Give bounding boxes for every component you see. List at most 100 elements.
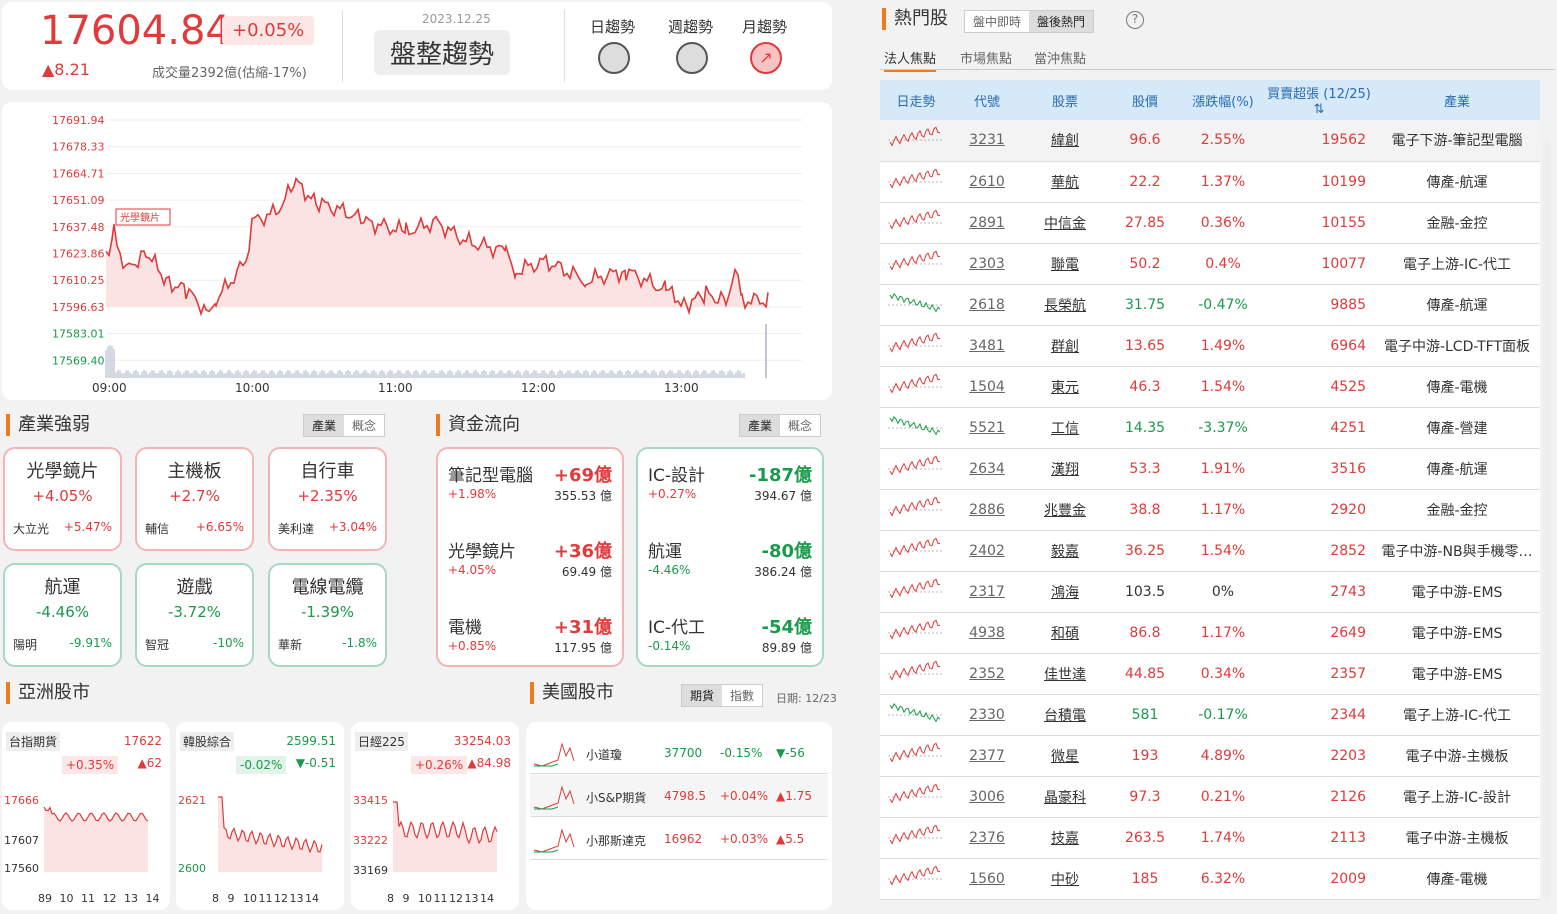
tab-index[interactable]: 指數 (722, 685, 763, 706)
stock-code[interactable]: 2891 (952, 202, 1022, 244)
tab-industry[interactable]: 產業 (740, 415, 781, 436)
help-icon[interactable]: ? (1126, 11, 1144, 29)
stock-code[interactable]: 3231 (952, 120, 1022, 162)
stock-code[interactable]: 2330 (952, 694, 1022, 736)
column-header[interactable]: 買賣超張 (12/25) ⇅ (1264, 80, 1374, 120)
table-row[interactable]: 2610 華航 22.2 1.37% 10199 傳產-航運 (880, 161, 1540, 203)
table-row[interactable]: 2330 台積電 581 -0.17% 2344 電子上游-IC-代工 (880, 694, 1540, 736)
stock-name[interactable]: 佳世達 (1022, 653, 1108, 695)
outflow-card[interactable]: IC-設計 -187億 +0.27% 394.67 億 航運 -80億 -4.46% 386… (636, 447, 824, 667)
stock-name[interactable]: 晶豪科 (1022, 776, 1108, 818)
table-row[interactable]: 2891 中信金 27.85 0.36% 10155 金融-金控 (880, 202, 1540, 244)
scrollbar[interactable] (1543, 140, 1551, 900)
inflow-item[interactable]: 光學鏡片 +36億 +4.05% 69.49 億 (448, 537, 612, 597)
stock-name[interactable]: 漢翔 (1022, 448, 1108, 490)
asia-market-card[interactable]: 台指期貨 17622 +0.35% ▲62 17666 17607 17560 89 10… (2, 722, 170, 910)
sparkline-cell (880, 530, 952, 572)
stock-name[interactable]: 華航 (1022, 161, 1108, 203)
inflow-item[interactable]: 電機 +31億 +0.85% 117.95 億 (448, 613, 612, 673)
tab-concept[interactable]: 概念 (780, 415, 821, 436)
stock-name[interactable]: 鴻海 (1022, 571, 1108, 613)
stock-code[interactable]: 2886 (952, 489, 1022, 531)
stock-name[interactable]: 聯電 (1022, 243, 1108, 285)
us-market-row[interactable]: 小S&P期貨 4798.5 +0.04% ▲1.75 (530, 775, 828, 817)
industry-card[interactable]: 光學鏡片 +4.05% 大立光 +5.47% (3, 447, 122, 551)
stock-code[interactable]: 2618 (952, 284, 1022, 326)
weekly-trend-indicator[interactable] (676, 42, 708, 74)
industry-card[interactable]: 主機板 +2.7% 輔信 +6.65% (135, 447, 254, 551)
sort-icon[interactable]: ⇅ (1314, 102, 1325, 117)
table-row[interactable]: 1504 東元 46.3 1.54% 4525 傳產-電機 (880, 366, 1540, 408)
daily-trend-indicator[interactable] (598, 42, 630, 74)
table-row[interactable]: 2618 長榮航 31.75 -0.47% 9885 傳產-航運 (880, 284, 1540, 326)
stock-code[interactable]: 2634 (952, 448, 1022, 490)
stock-name[interactable]: 台積電 (1022, 694, 1108, 736)
table-row[interactable]: 2634 漢翔 53.3 1.91% 3516 傳產-航運 (880, 448, 1540, 490)
stock-name[interactable]: 中信金 (1022, 202, 1108, 244)
table-row[interactable]: 3006 晶豪科 97.3 0.21% 2126 電子上游-IC-設計 (880, 776, 1540, 818)
table-row[interactable]: 2303 聯電 50.2 0.4% 10077 電子上游-IC-代工 (880, 243, 1540, 285)
table-row[interactable]: 3231 緯創 96.6 2.55% 19562 電子下游-筆記型電腦 (880, 120, 1540, 162)
table-row[interactable]: 2352 佳世達 44.85 0.34% 2357 電子中游-EMS (880, 653, 1540, 695)
subtab-market[interactable]: 市場焦點 (960, 48, 1012, 67)
table-row[interactable]: 2376 技嘉 263.5 1.74% 2113 電子中游-主機板 (880, 817, 1540, 859)
stock-name[interactable]: 群創 (1022, 325, 1108, 367)
stock-code[interactable]: 1504 (952, 366, 1022, 408)
stock-name[interactable]: 兆豐金 (1022, 489, 1108, 531)
stock-code[interactable]: 2610 (952, 161, 1022, 203)
stock-name[interactable]: 中砂 (1022, 858, 1108, 900)
net-buy: 3516 (1264, 448, 1374, 490)
industry-card[interactable]: 自行車 +2.35% 美利達 +3.04% (268, 447, 387, 551)
inflow-card[interactable]: 筆記型電腦 +69億 +1.98% 355.53 億 光學鏡片 +36億 +4.05% 69… (436, 447, 624, 667)
monthly-trend-up-icon[interactable]: ↗ (750, 42, 782, 74)
chart-tag[interactable]: 光學鏡片 (115, 208, 171, 226)
asia-market-card[interactable]: 韓股綜合 2599.51 -0.02% ▼-0.51 2621 2600 8 9 10 11… (176, 722, 344, 910)
tab-futures[interactable]: 期貨 (682, 685, 723, 706)
table-row[interactable]: 2402 毅嘉 36.25 1.54% 2852 電子中游-NB與手機零… (880, 530, 1540, 572)
subtab-daytrade[interactable]: 當沖焦點 (1034, 48, 1086, 67)
flow-name: IC-代工 (648, 618, 706, 638)
table-row[interactable]: 2317 鴻海 103.5 0% 2743 電子中游-EMS (880, 571, 1540, 613)
stock-name[interactable]: 緯創 (1022, 120, 1108, 162)
stock-name[interactable]: 毅嘉 (1022, 530, 1108, 572)
table-row[interactable]: 5521 工信 14.35 -3.37% 4251 傳產-營建 (880, 407, 1540, 449)
stock-name[interactable]: 和碩 (1022, 612, 1108, 654)
outflow-item[interactable]: IC-代工 -54億 -0.14% 89.89 億 (648, 613, 812, 673)
industry-card[interactable]: 電線電纜 -1.39% 華新 -1.8% (268, 563, 387, 667)
stock-code[interactable]: 2352 (952, 653, 1022, 695)
subtab-institutional[interactable]: 法人焦點 (884, 48, 937, 72)
outflow-item[interactable]: IC-設計 -187億 +0.27% 394.67 億 (648, 461, 812, 521)
stock-name[interactable]: 東元 (1022, 366, 1108, 408)
stock-pct: 0.21% (1182, 776, 1264, 818)
table-row[interactable]: 2377 微星 193 4.89% 2203 電子中游-主機板 (880, 735, 1540, 777)
stock-code[interactable]: 5521 (952, 407, 1022, 449)
tab-after-hours[interactable]: 盤後熱門 (1029, 11, 1094, 32)
tab-industry[interactable]: 產業 (304, 415, 345, 436)
stock-name[interactable]: 技嘉 (1022, 817, 1108, 859)
stock-code[interactable]: 1560 (952, 858, 1022, 900)
industry-card[interactable]: 遊戲 -3.72% 智冠 -10% (135, 563, 254, 667)
table-row[interactable]: 2886 兆豐金 38.8 1.17% 2920 金融-金控 (880, 489, 1540, 531)
stock-code[interactable]: 2402 (952, 530, 1022, 572)
stock-code[interactable]: 3006 (952, 776, 1022, 818)
tab-concept[interactable]: 概念 (344, 415, 385, 436)
table-row[interactable]: 3481 群創 13.65 1.49% 6964 電子中游-LCD-TFT面板 (880, 325, 1540, 367)
stock-code[interactable]: 2377 (952, 735, 1022, 777)
stock-name[interactable]: 微星 (1022, 735, 1108, 777)
stock-code[interactable]: 2303 (952, 243, 1022, 285)
table-row[interactable]: 4938 和碩 86.8 1.17% 2649 電子中游-EMS (880, 612, 1540, 654)
tab-intraday[interactable]: 盤中即時 (965, 11, 1030, 32)
stock-name[interactable]: 長榮航 (1022, 284, 1108, 326)
inflow-item[interactable]: 筆記型電腦 +69億 +1.98% 355.53 億 (448, 461, 612, 521)
stock-code[interactable]: 2317 (952, 571, 1022, 613)
stock-code[interactable]: 3481 (952, 325, 1022, 367)
us-market-row[interactable]: 小那斯達克 16962 +0.03% ▲5.5 (530, 818, 828, 860)
outflow-item[interactable]: 航運 -80億 -4.46% 386.24 億 (648, 537, 812, 597)
stock-code[interactable]: 2376 (952, 817, 1022, 859)
table-row[interactable]: 1560 中砂 185 6.32% 2009 傳產-電機 (880, 858, 1540, 900)
industry-card[interactable]: 航運 -4.46% 陽明 -9.91% (3, 563, 122, 667)
stock-name[interactable]: 工信 (1022, 407, 1108, 449)
us-market-row[interactable]: 小道瓊 37700 -0.15% ▼-56 (530, 732, 828, 774)
asia-market-card[interactable]: 日經225 33254.03 +0.26% ▲84.98 33415 33222 33… (351, 722, 519, 910)
stock-code[interactable]: 4938 (952, 612, 1022, 654)
